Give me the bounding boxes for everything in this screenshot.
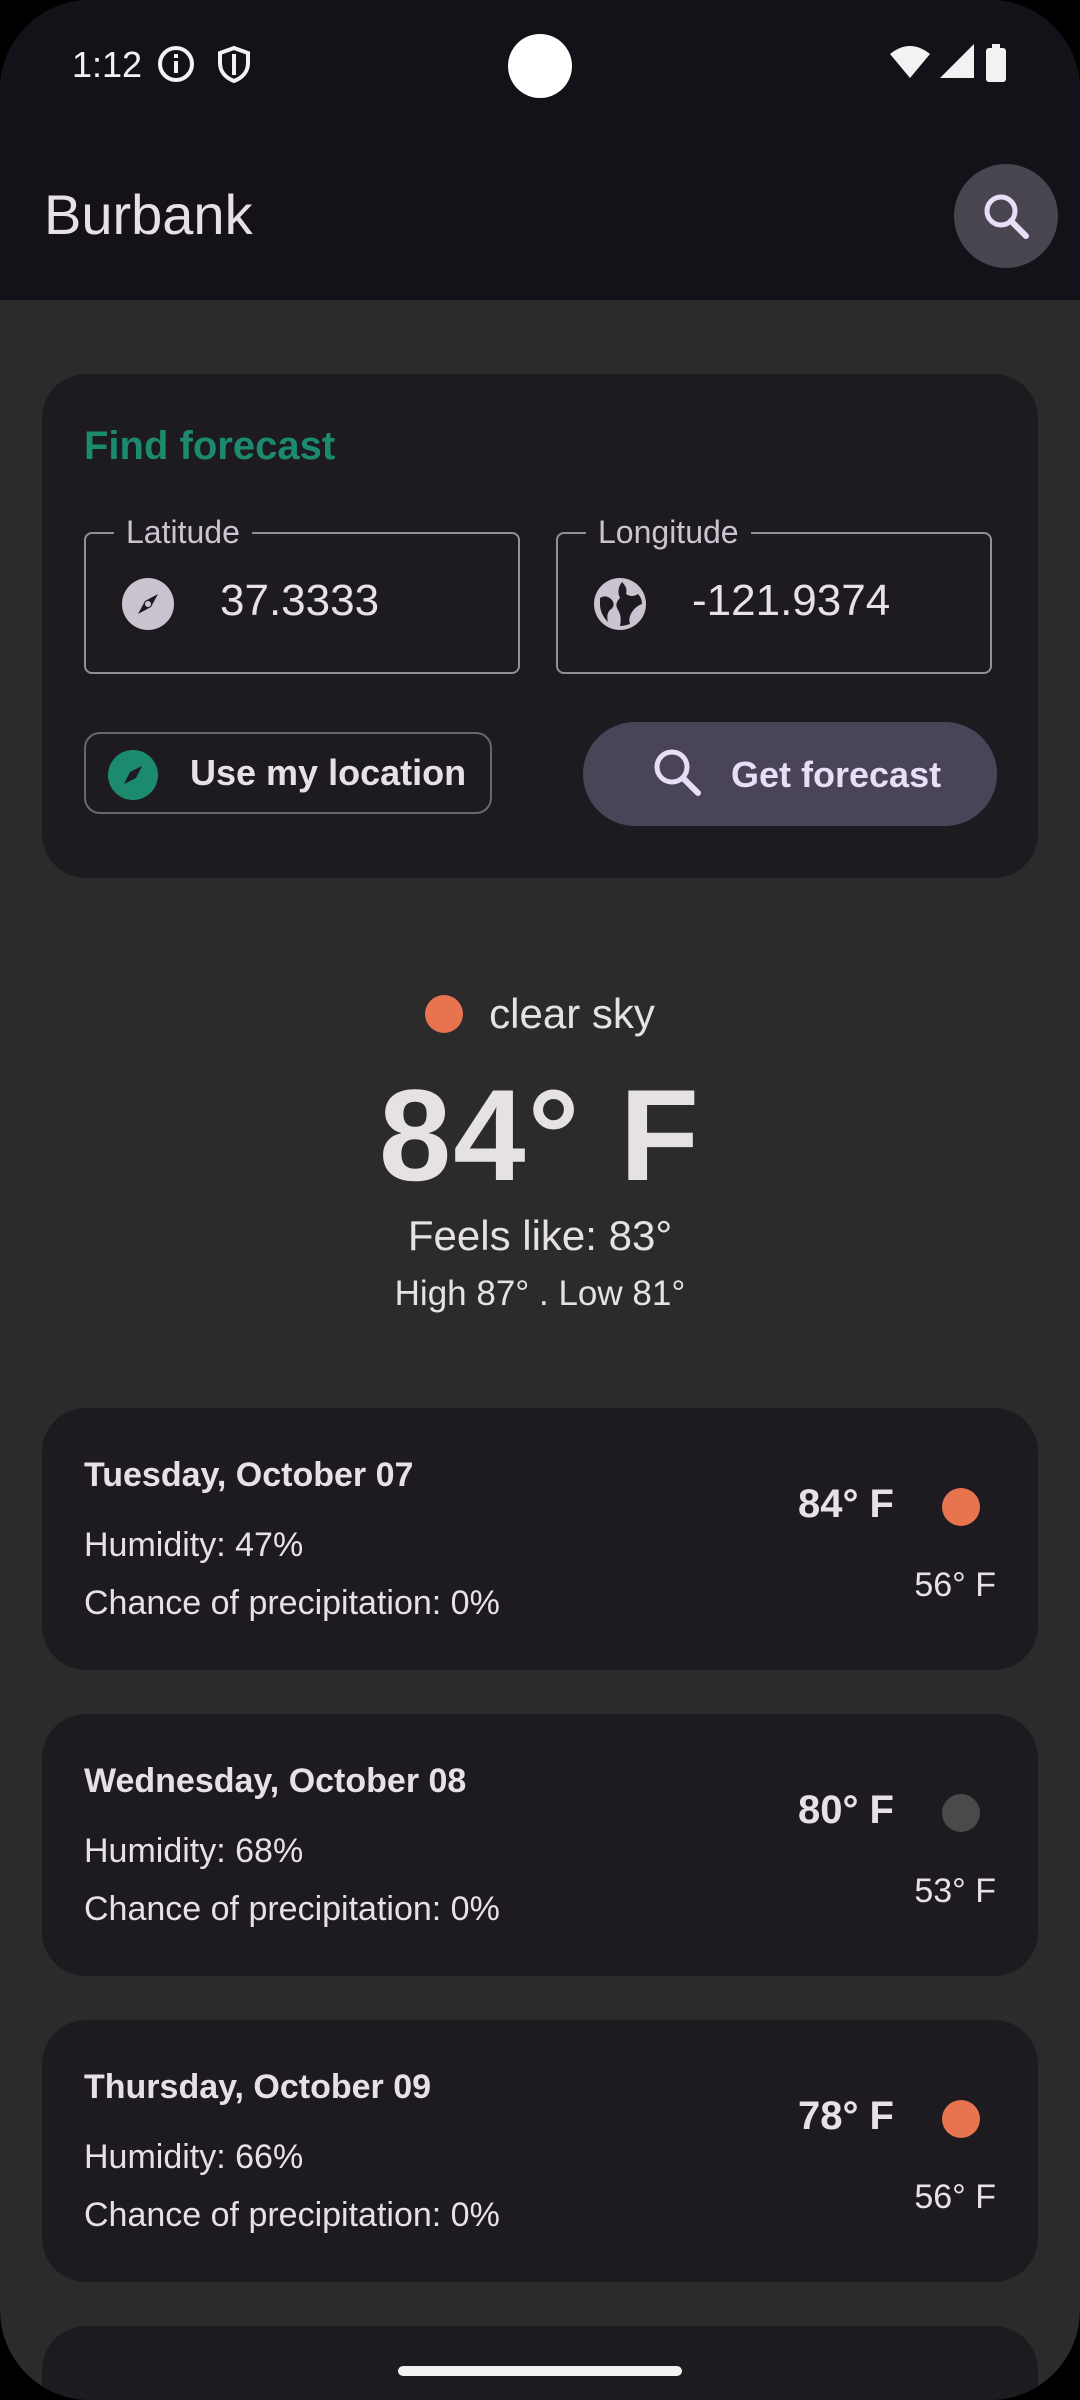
latitude-field[interactable]: Latitude 37.3333 — [84, 514, 520, 674]
latitude-value: 37.3333 — [220, 576, 380, 625]
top-bar: 1:12 Burbank — [0, 0, 1080, 300]
day-humidity: Humidity: 68% — [84, 1832, 304, 1870]
longitude-value: -121.9374 — [692, 576, 891, 625]
find-forecast-title: Find forecast — [84, 424, 336, 468]
day-card[interactable] — [42, 2326, 1038, 2400]
signal-icon — [940, 44, 974, 85]
day-condition-indicator — [942, 1794, 980, 1832]
day-humidity: Humidity: 66% — [84, 2138, 304, 2176]
current-condition: clear sky — [0, 990, 1080, 1038]
battery-icon — [986, 44, 1006, 87]
search-button[interactable] — [954, 164, 1058, 268]
camera-cutout — [508, 34, 572, 98]
day-low: 56° F — [914, 2178, 996, 2216]
day-humidity: Humidity: 47% — [84, 1526, 304, 1564]
day-high: 78° F — [797, 2094, 894, 2138]
latitude-label: Latitude — [114, 514, 252, 551]
navigation-icon — [108, 750, 158, 800]
day-low: 56° F — [914, 1566, 996, 1604]
search-icon — [984, 194, 1029, 239]
gesture-nav-handle[interactable] — [398, 2366, 682, 2376]
feels-like: Feels like: 83° — [407, 1212, 673, 1259]
phone-screen: 1:12 Burbank Find forecast Latitude 37.3… — [0, 0, 1080, 2400]
current-temperature: 84° F — [378, 1062, 702, 1208]
day-name: Thursday, October 09 — [84, 2068, 432, 2106]
compass-icon — [122, 578, 174, 630]
day-name: Wednesday, October 08 — [84, 1762, 467, 1800]
info-icon — [156, 44, 196, 89]
shield-icon — [214, 44, 254, 89]
day-precipitation: Chance of precipitation: 0% — [84, 1890, 500, 1928]
day-low: 53° F — [914, 1872, 996, 1910]
search-icon — [654, 749, 701, 796]
app-title: Burbank — [44, 183, 253, 246]
day-high: 80° F — [797, 1788, 894, 1832]
day-card[interactable]: Tuesday, October 07 Humidity: 47% Chance… — [42, 1408, 1038, 1670]
day-precipitation: Chance of precipitation: 0% — [84, 1584, 500, 1622]
day-card[interactable]: Wednesday, October 08 Humidity: 68% Chan… — [42, 1714, 1038, 1976]
condition-text: clear sky — [489, 990, 655, 1037]
get-forecast-button[interactable]: Get forecast — [583, 722, 997, 826]
find-forecast-card: Find forecast Latitude 37.3333 Longitude… — [42, 374, 1038, 878]
wifi-icon — [890, 44, 930, 85]
use-my-location-button[interactable]: Use my location — [84, 732, 492, 814]
day-high: 84° F — [797, 1482, 894, 1526]
longitude-field[interactable]: Longitude -121.9374 — [556, 514, 992, 674]
day-card[interactable]: Thursday, October 09 Humidity: 66% Chanc… — [42, 2020, 1038, 2282]
globe-icon — [594, 578, 646, 630]
day-precipitation: Chance of precipitation: 0% — [84, 2196, 500, 2234]
day-name: Tuesday, October 07 — [84, 1456, 414, 1494]
day-condition-indicator — [942, 2100, 980, 2138]
condition-indicator — [425, 995, 464, 1033]
longitude-label: Longitude — [586, 514, 751, 551]
day-condition-indicator — [942, 1488, 980, 1526]
high-low: High 87° . Low 81° — [394, 1274, 686, 1313]
get-forecast-label: Get forecast — [731, 754, 942, 795]
use-my-location-label: Use my location — [190, 752, 467, 793]
status-time: 1:12 — [72, 44, 143, 85]
